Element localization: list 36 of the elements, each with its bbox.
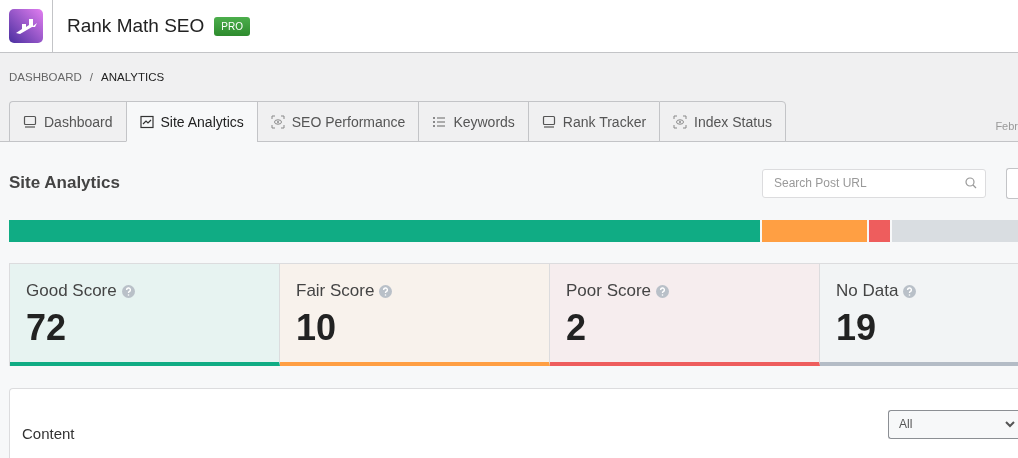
tab[interactable]: Rank Tracker	[527, 101, 660, 142]
score-value: 2	[566, 307, 588, 349]
search-icon	[965, 176, 977, 189]
breadcrumb-item: ANALYTICS	[101, 71, 165, 83]
monitor-icon	[541, 114, 556, 129]
list-icon	[432, 114, 447, 129]
filter-select[interactable]: All	[888, 409, 1018, 439]
score-value: 19	[836, 307, 878, 349]
eye-icon	[673, 114, 688, 129]
tab[interactable]: Dashboard	[9, 101, 126, 142]
section-title: Site Analytics	[9, 173, 121, 193]
app-title: Rank Math SEO	[67, 15, 205, 37]
date-range-label: Febr	[995, 120, 1018, 134]
score-value: 72	[26, 307, 68, 349]
score-value: 10	[296, 307, 338, 349]
score-label: No Data	[836, 281, 899, 301]
line-chart-icon	[139, 114, 154, 129]
help-icon[interactable]	[379, 284, 393, 298]
tab[interactable]: Keywords	[418, 101, 528, 142]
help-icon[interactable]	[121, 284, 135, 298]
score-label: Fair Score	[296, 281, 375, 301]
tab[interactable]: Site Analytics	[125, 101, 257, 142]
breadcrumb-item[interactable]: DASHBOARD	[9, 71, 82, 83]
eye-icon	[270, 114, 285, 129]
help-icon[interactable]	[656, 284, 670, 298]
tab[interactable]: Index Status	[659, 101, 786, 142]
panel-title: Content	[22, 423, 76, 442]
tab[interactable]: SEO Performance	[256, 101, 419, 142]
score-label: Good Score	[26, 281, 117, 301]
monitor-icon	[23, 114, 37, 129]
app-logo-icon	[9, 9, 43, 43]
help-icon[interactable]	[903, 284, 917, 298]
search-field[interactable]: Search Post URL	[762, 168, 986, 198]
score-label: Poor Score	[566, 281, 652, 301]
breadcrumb-separator: /	[89, 71, 94, 83]
pro-badge: PRO	[214, 16, 250, 36]
